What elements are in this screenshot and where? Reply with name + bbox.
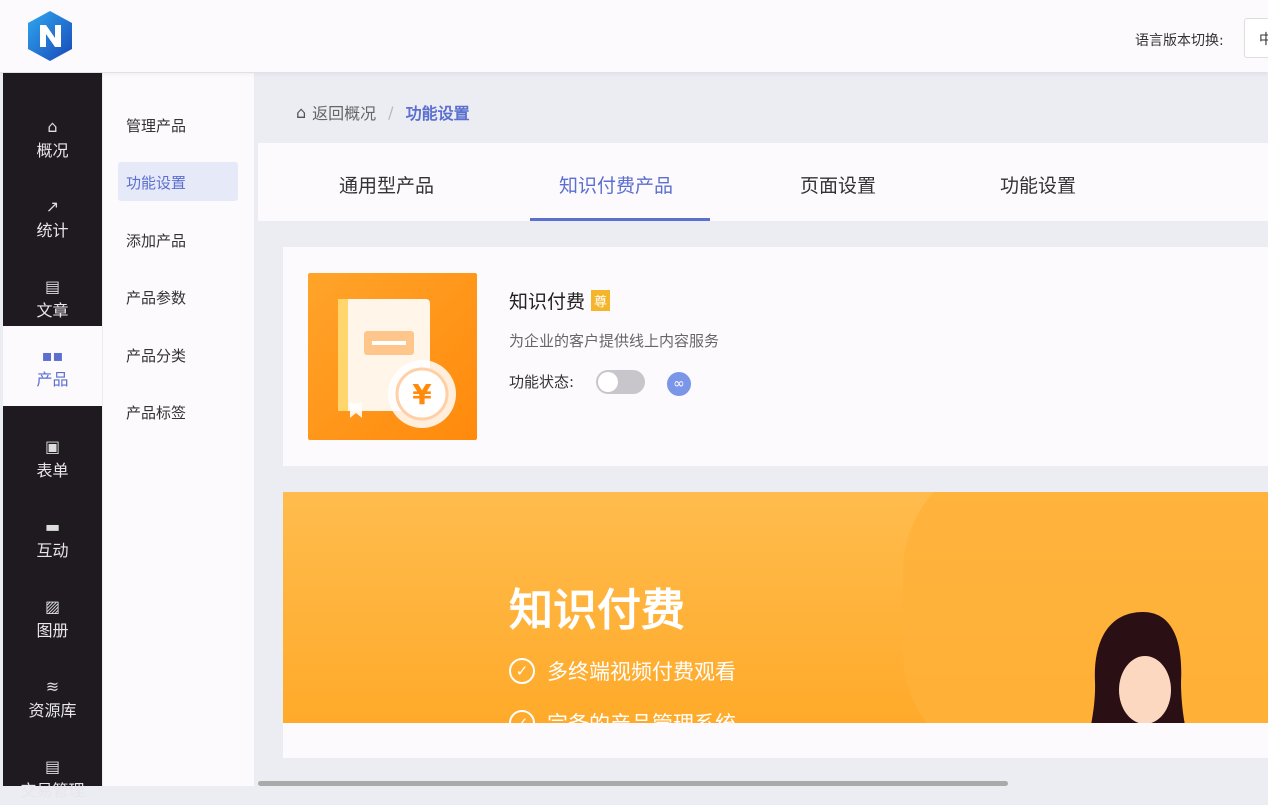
nav-album[interactable]: ▨图册 (3, 565, 102, 645)
feature-card: ¥ 知识付费尊 为企业的客户提供线上内容服务 功能状态: ∞ (283, 247, 1268, 466)
breadcrumb: ⌂ 返回概况 / 功能设置 (296, 100, 470, 124)
nav-overview[interactable]: ⌂概况 (3, 85, 102, 165)
banner-feature: ✓ 多终端视频付费观看 (509, 656, 736, 686)
tab-general-products[interactable]: 通用型产品 (339, 171, 434, 198)
sub-item-product-categories[interactable]: 产品分类 (118, 335, 238, 374)
promo-banner: 知识付费 ✓ 多终端视频付费观看 ✓ 完备的产品管理系统 (283, 492, 1268, 723)
database-icon: ≋ (3, 677, 102, 697)
form-icon: ▣ (3, 437, 102, 457)
feature-thumbnail: ¥ (308, 273, 477, 440)
clipboard-icon: ▤ (3, 757, 102, 777)
nav-products[interactable]: ▪▪产品 (3, 326, 102, 406)
breadcrumb-separator: / (388, 103, 393, 122)
nav-label: 交易管理 (3, 777, 102, 801)
logo[interactable] (24, 10, 76, 62)
nav-resources[interactable]: ≋资源库 (3, 645, 102, 725)
nav-articles[interactable]: ▤文章 (3, 245, 102, 325)
sub-item-product-tags[interactable]: 产品标签 (118, 392, 238, 431)
nav-statistics[interactable]: ↗统计 (3, 165, 102, 245)
sub-item-add-product[interactable]: 添加产品 (118, 220, 238, 259)
status-label: 功能状态: (509, 371, 574, 392)
tab-knowledge-payment[interactable]: 知识付费产品 (559, 171, 673, 198)
home-icon: ⌂ (296, 103, 306, 122)
feature-status-toggle[interactable] (596, 370, 645, 394)
link-icon[interactable]: ∞ (667, 372, 691, 396)
tab-bar: 通用型产品 知识付费产品 页面设置 功能设置 (258, 143, 1268, 221)
nav-label: 概况 (3, 137, 102, 161)
banner-feature-text: 完备的产品管理系统 (547, 708, 736, 723)
sub-item-manage-products[interactable]: 管理产品 (118, 105, 238, 144)
premium-badge: 尊 (591, 290, 610, 311)
nav-label: 图册 (3, 617, 102, 641)
check-circle-icon: ✓ (509, 710, 535, 723)
nav-label: 表单 (3, 457, 102, 481)
sub-item-product-params[interactable]: 产品参数 (118, 277, 238, 316)
breadcrumb-current: 功能设置 (406, 100, 470, 124)
tab-page-settings[interactable]: 页面设置 (800, 171, 876, 198)
banner-title: 知识付费 (509, 574, 685, 638)
book-coin-icon: ¥ (308, 273, 477, 440)
article-icon: ▤ (3, 277, 102, 297)
home-icon: ⌂ (3, 117, 102, 137)
nav-label: 资源库 (3, 697, 102, 721)
check-circle-icon: ✓ (509, 658, 535, 684)
nav-forms[interactable]: ▣表单 (3, 405, 102, 485)
nav-interaction[interactable]: ▬互动 (3, 485, 102, 565)
breadcrumb-back-link[interactable]: 返回概况 (312, 100, 376, 124)
feature-name: 知识付费 (509, 291, 585, 313)
nav-label: 统计 (3, 217, 102, 241)
tab-feature-settings[interactable]: 功能设置 (1000, 171, 1076, 198)
nav-label: 文章 (3, 297, 102, 321)
grid-icon: ▪▪ (3, 346, 102, 366)
svg-text:¥: ¥ (412, 378, 432, 411)
girl-illustration (1083, 602, 1203, 723)
album-icon: ▨ (3, 597, 102, 617)
sub-item-feature-settings[interactable]: 功能设置 (118, 162, 238, 201)
language-select[interactable]: 中 (1244, 18, 1268, 58)
feature-description: 为企业的客户提供线上内容服务 (509, 330, 719, 351)
chat-icon: ▬ (3, 517, 102, 537)
nav-transactions[interactable]: ▤交易管理 (3, 725, 102, 805)
banner-feature: ✓ 完备的产品管理系统 (509, 708, 736, 723)
active-tab-underline (530, 218, 710, 221)
language-label: 语言版本切换: (1135, 30, 1224, 50)
banner-feature-text: 多终端视频付费观看 (547, 656, 736, 686)
nav-label: 产品 (3, 366, 102, 390)
feature-title: 知识付费尊 (509, 287, 610, 314)
card-footer (283, 723, 1268, 758)
horizontal-scrollbar[interactable] (258, 781, 1008, 786)
header: 语言版本切换: 中 (0, 0, 1268, 72)
nav-label: 互动 (3, 537, 102, 561)
chart-icon: ↗ (3, 197, 102, 217)
sub-sidebar: 管理产品 功能设置 添加产品 产品参数 产品分类 产品标签 (103, 73, 254, 786)
